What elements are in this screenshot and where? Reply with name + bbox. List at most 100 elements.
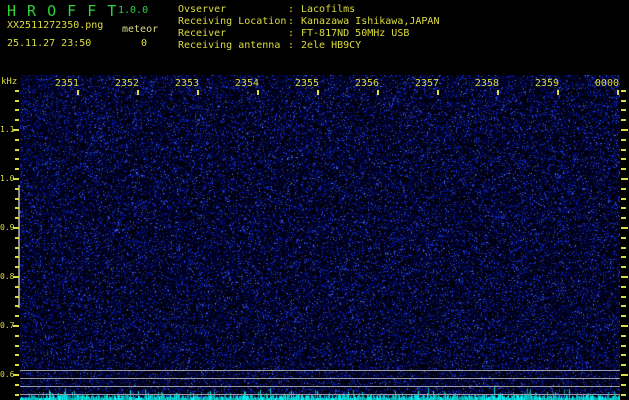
freq-tick xyxy=(15,344,19,347)
freq-tick xyxy=(15,109,19,112)
freq-tick xyxy=(15,393,19,396)
freq-tick xyxy=(15,256,19,259)
level-grid-line xyxy=(20,386,620,387)
info-label-receiver: Receiver xyxy=(178,28,227,39)
info-value-observer: Lacofilms xyxy=(301,4,356,15)
freq-tick xyxy=(15,236,19,239)
time-tick-label: 2356 xyxy=(354,78,379,89)
freq-tick xyxy=(15,305,19,308)
freq-tick xyxy=(15,207,19,210)
info-separator: : xyxy=(288,4,295,15)
freq-tick xyxy=(621,354,626,357)
freq-tick xyxy=(15,383,19,386)
info-label-observer: Ovserver xyxy=(178,4,227,15)
time-tick xyxy=(497,90,499,95)
freq-tick xyxy=(621,119,626,122)
freq-tick xyxy=(621,364,626,367)
freq-tick xyxy=(621,236,626,239)
freq-tick xyxy=(621,383,626,386)
freq-tick xyxy=(621,158,626,161)
freq-tick xyxy=(621,334,626,337)
mode-label: meteor xyxy=(122,24,159,35)
info-value-antenna: 2ele HB9CY xyxy=(301,40,362,51)
time-tick-label: 2352 xyxy=(114,78,139,89)
freq-tick xyxy=(15,168,19,171)
freq-tick xyxy=(621,99,626,102)
time-tick xyxy=(77,90,79,95)
spectrogram-waterfall xyxy=(20,75,620,400)
app-title: H R O F F T xyxy=(7,2,118,20)
freq-tick xyxy=(15,266,19,269)
freq-tick xyxy=(621,276,628,278)
time-tick-label: 2351 xyxy=(54,78,79,89)
freq-tick xyxy=(621,109,626,112)
info-separator: : xyxy=(288,16,295,27)
time-tick-label: 2357 xyxy=(414,78,439,89)
info-value-receiver: FT-817ND 50MHz USB xyxy=(301,28,410,39)
freq-tick xyxy=(15,187,19,190)
freq-tick-label: 1.0 xyxy=(0,174,15,183)
time-tick xyxy=(257,90,259,95)
app-version: 1.0.0 xyxy=(118,5,149,16)
freq-tick xyxy=(15,315,19,318)
freq-tick xyxy=(621,187,626,190)
freq-tick xyxy=(15,295,19,298)
freq-tick xyxy=(621,246,626,249)
time-tick-label: 2354 xyxy=(234,78,259,89)
freq-tick xyxy=(15,158,19,161)
freq-tick xyxy=(621,138,626,141)
freq-tick-label: 0.6 xyxy=(0,370,15,379)
time-tick-label: 0000 xyxy=(594,78,619,89)
freq-tick xyxy=(621,266,626,269)
info-label-antenna: Receiving antenna xyxy=(178,40,281,51)
time-tick xyxy=(197,90,199,95)
freq-tick xyxy=(15,364,19,367)
freq-tick xyxy=(15,197,19,200)
time-tick-label: 2355 xyxy=(294,78,319,89)
freq-tick xyxy=(621,344,626,347)
freq-tick xyxy=(621,168,626,171)
hrofft-window: H R O F F T 1.0.0 XX2511272350.png meteo… xyxy=(0,0,629,400)
freq-tick xyxy=(621,256,626,259)
freq-tick xyxy=(15,246,19,249)
freq-tick xyxy=(621,295,626,298)
freq-tick xyxy=(621,217,626,220)
freq-tick-label: 0.9 xyxy=(0,223,15,232)
freq-tick xyxy=(621,148,626,151)
freq-tick xyxy=(621,374,628,376)
time-tick-label: 2358 xyxy=(474,78,499,89)
level-grid-line xyxy=(20,394,620,395)
freq-tick xyxy=(621,178,628,180)
freq-tick xyxy=(15,89,19,92)
freq-tick xyxy=(621,393,626,396)
freq-tick xyxy=(15,138,19,141)
freq-tick xyxy=(15,354,19,357)
info-value-location: Kanazawa Ishikawa,JAPAN xyxy=(301,16,440,27)
freq-tick xyxy=(621,89,626,92)
freq-tick xyxy=(15,99,19,102)
freq-tick xyxy=(621,315,626,318)
time-tick xyxy=(557,90,559,95)
freq-tick xyxy=(621,197,626,200)
freq-tick xyxy=(15,285,19,288)
freq-tick xyxy=(621,285,626,288)
observation-datetime: 25.11.27 23:50 xyxy=(7,38,92,49)
freq-tick xyxy=(621,227,628,229)
freq-tick-label: 0.8 xyxy=(0,272,15,281)
time-tick xyxy=(317,90,319,95)
freq-tick xyxy=(15,119,19,122)
time-tick-label: 2353 xyxy=(174,78,199,89)
freq-tick xyxy=(15,148,19,151)
meteor-count: 0 xyxy=(141,38,148,49)
info-separator: : xyxy=(288,40,295,51)
time-tick-label: 2359 xyxy=(534,78,559,89)
freq-axis-unit: kHz xyxy=(1,77,18,87)
level-grid-line xyxy=(20,378,620,379)
time-tick xyxy=(437,90,439,95)
time-tick xyxy=(137,90,139,95)
freq-tick xyxy=(621,129,628,131)
info-separator: : xyxy=(288,28,295,39)
freq-tick xyxy=(621,207,626,210)
freq-tick xyxy=(621,305,626,308)
freq-tick xyxy=(621,325,628,327)
